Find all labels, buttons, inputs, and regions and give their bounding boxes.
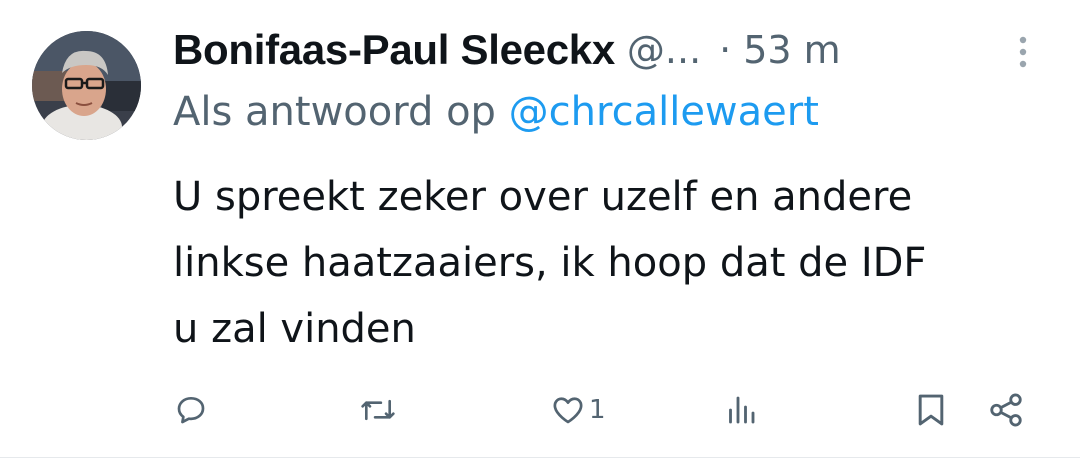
share-button[interactable] <box>987 388 1025 432</box>
vertical-ellipsis-icon <box>1019 36 1027 68</box>
like-button[interactable]: 1 <box>549 388 606 432</box>
bookmark-button[interactable] <box>914 388 948 432</box>
reply-to-mention[interactable]: @chrcallewaert <box>509 89 819 135</box>
tweet-text-line: linkse haatzaaiers, ik hoop dat de IDF <box>173 240 927 286</box>
bookmark-icon <box>918 394 944 426</box>
tweet-text-line: U spreekt zeker over uzelf en andere <box>173 174 913 220</box>
retweet-icon <box>361 399 395 421</box>
avatar-photo <box>32 31 141 140</box>
views-icon <box>729 396 755 424</box>
like-count: 1 <box>589 395 606 425</box>
share-icon <box>990 393 1022 427</box>
heart-icon <box>553 397 583 424</box>
reply-icon <box>177 396 205 424</box>
author-display-name[interactable]: Bonifaas-Paul Sleeckx <box>173 26 615 74</box>
tweet-text: U spreekt zeker over uzelf en andere lin… <box>173 164 1063 362</box>
more-options-button[interactable] <box>1008 30 1038 74</box>
retweet-button[interactable] <box>359 388 399 432</box>
separator-dot: · <box>719 28 732 72</box>
tweet-timestamp[interactable]: 53 m <box>743 28 840 72</box>
tweet-header: Bonifaas-Paul Sleeckx @... · 53 m <box>173 22 993 78</box>
tweet-actions: 1 <box>173 388 1033 432</box>
reply-button[interactable] <box>173 388 211 432</box>
tweet-card[interactable]: Bonifaas-Paul Sleeckx @... · 53 m Als an… <box>0 0 1080 458</box>
reply-prefix: Als antwoord op <box>173 89 496 135</box>
tweet-text-line: u zal vinden <box>173 306 416 352</box>
author-handle[interactable]: @... <box>627 28 701 72</box>
author-avatar[interactable] <box>32 31 141 140</box>
reply-context: Als antwoord op @chrcallewaert <box>173 89 819 135</box>
views-button[interactable] <box>723 388 761 432</box>
